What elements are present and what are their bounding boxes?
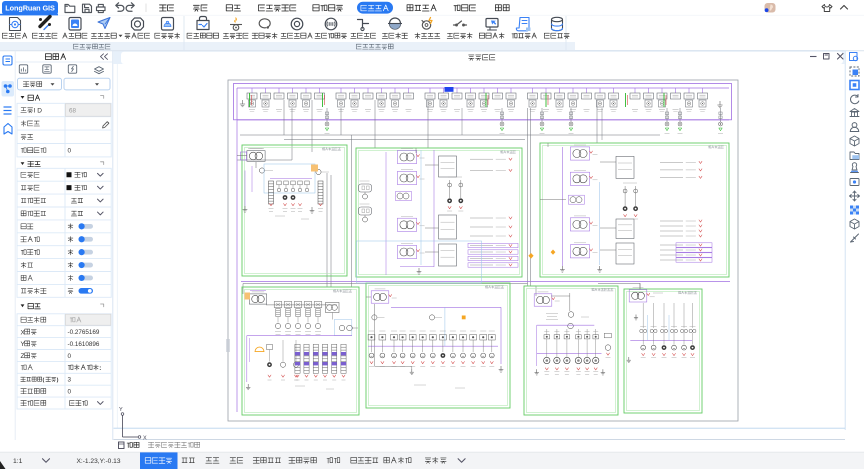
svg-text:3: 3 bbox=[68, 377, 72, 384]
svg-text:-0.2765169: -0.2765169 bbox=[68, 329, 100, 336]
svg-text:Y: Y bbox=[119, 407, 123, 413]
svg-text:(: ( bbox=[43, 377, 45, 383]
svg-text:X: X bbox=[21, 329, 26, 336]
svg-text:X:-1.23,Y:-0.13: X:-1.23,Y:-0.13 bbox=[77, 458, 121, 465]
svg-text:0: 0 bbox=[68, 388, 72, 395]
svg-text:68: 68 bbox=[69, 107, 77, 114]
svg-text:): ) bbox=[57, 377, 59, 383]
svg-text::: : bbox=[99, 365, 101, 372]
svg-text:X: X bbox=[143, 436, 147, 442]
svg-text:0: 0 bbox=[68, 148, 72, 155]
svg-text:1:1: 1:1 bbox=[13, 458, 23, 465]
svg-text:0: 0 bbox=[68, 353, 72, 360]
svg-text:Z: Z bbox=[21, 353, 25, 360]
svg-text:D: D bbox=[37, 108, 42, 115]
svg-text:LongRuan GIS: LongRuan GIS bbox=[5, 4, 55, 13]
svg-text:-0.1610896: -0.1610896 bbox=[68, 341, 100, 348]
svg-text:I: I bbox=[34, 108, 36, 115]
svg-text:Y: Y bbox=[21, 341, 26, 348]
